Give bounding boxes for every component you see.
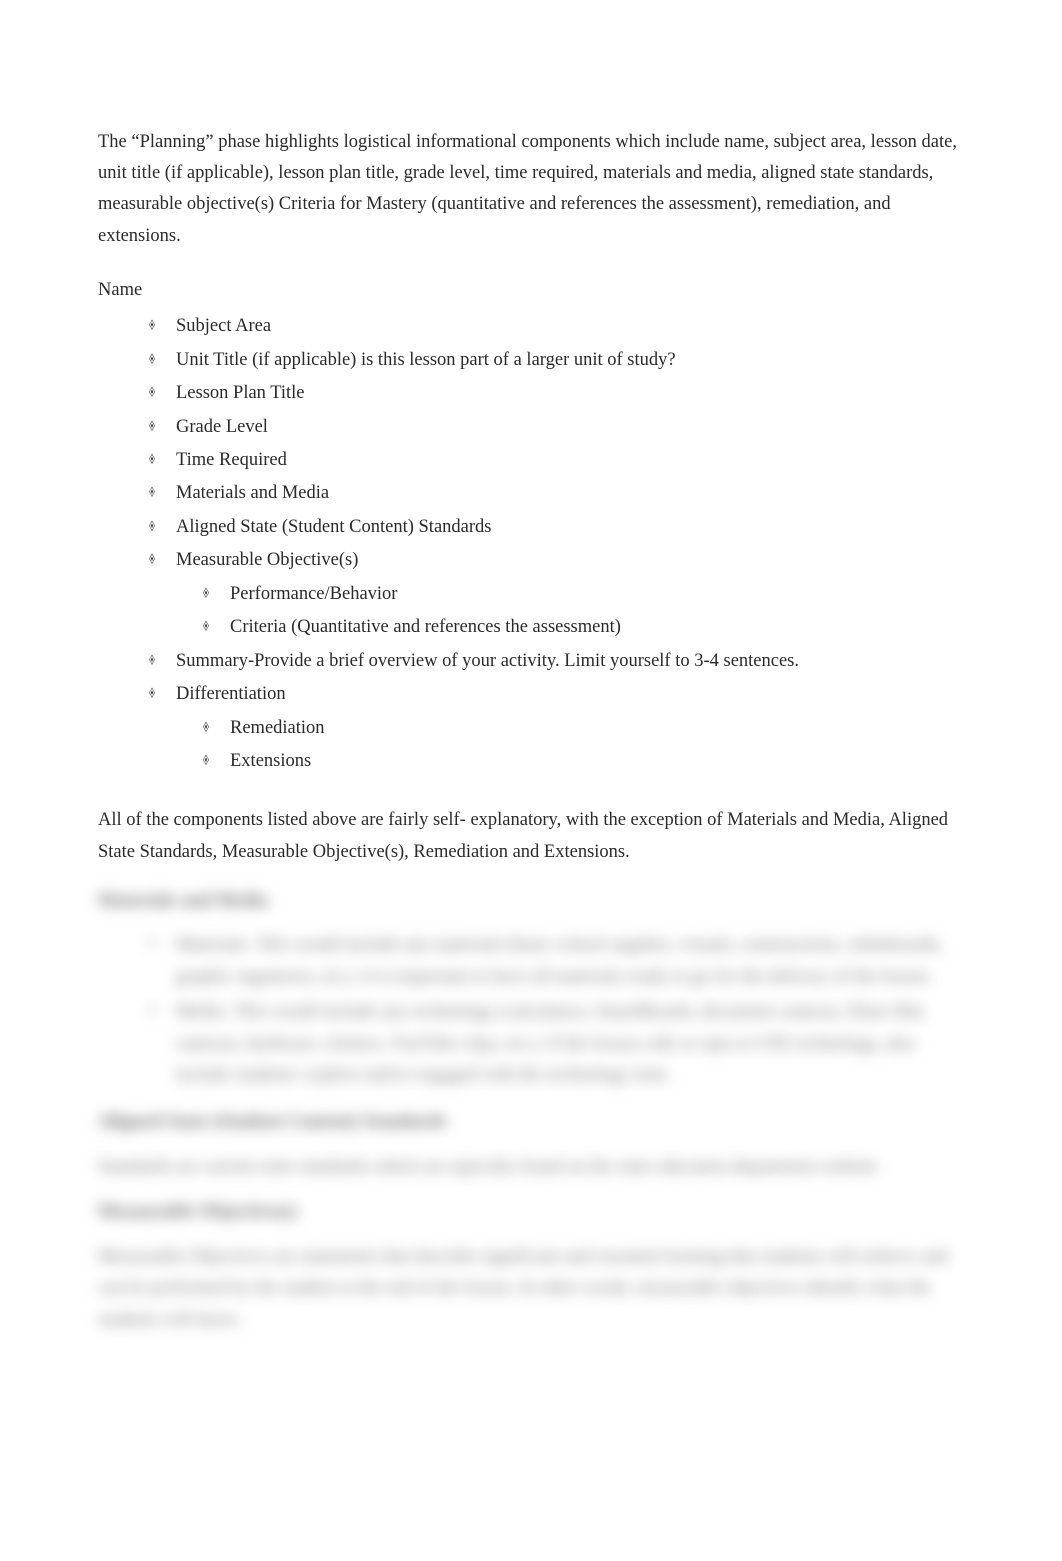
list-item: Time Required — [146, 445, 962, 476]
list-item: Differentiation Remediation Extensions — [146, 679, 962, 777]
blurred-list: Materials- This would include any materi… — [146, 930, 962, 1091]
list-item: Subject Area — [146, 311, 962, 342]
blurred-preview-section: Materials and Media Materials- This woul… — [98, 890, 962, 1336]
list-item: Lesson Plan Title — [146, 378, 962, 409]
list-item: Materials- This would include any materi… — [146, 930, 962, 993]
planning-components-list: Subject Area Unit Title (if applicable) … — [146, 311, 962, 777]
list-item: Criteria (Quantitative and references th… — [200, 612, 962, 643]
list-item: Grade Level — [146, 412, 962, 443]
list-item: Aligned State (Student Content) Standard… — [146, 512, 962, 543]
list-item: Media- This would include any technology… — [146, 997, 962, 1091]
list-item: Extensions — [200, 746, 962, 777]
list-item: Remediation — [200, 713, 962, 744]
blurred-heading: Materials and Media — [98, 890, 962, 912]
sub-list: Remediation Extensions — [200, 713, 962, 778]
intro-paragraph: The “Planning” phase highlights logistic… — [98, 127, 962, 253]
blurred-paragraph: Standards are current state standards wh… — [98, 1152, 962, 1183]
list-item-label: Differentiation — [176, 684, 286, 704]
document-page: The “Planning” phase highlights logistic… — [0, 0, 1062, 1410]
list-item: Materials and Media — [146, 478, 962, 509]
list-item-label: Measurable Objective(s) — [176, 550, 358, 570]
list-item: Summary-Provide a brief overview of your… — [146, 646, 962, 677]
name-label: Name — [98, 280, 962, 301]
explanatory-paragraph: All of the components listed above are f… — [98, 805, 962, 868]
blurred-paragraph: Measurable Objectives are statements tha… — [98, 1242, 962, 1336]
list-item: Performance/Behavior — [200, 579, 962, 610]
blurred-heading: Aligned State (Student Content) Standard… — [98, 1111, 962, 1133]
blurred-heading: Measurable Objective(s) — [98, 1201, 962, 1223]
list-item: Measurable Objective(s) Performance/Beha… — [146, 545, 962, 643]
list-item: Unit Title (if applicable) is this lesso… — [146, 345, 962, 376]
sub-list: Performance/Behavior Criteria (Quantitat… — [200, 579, 962, 644]
